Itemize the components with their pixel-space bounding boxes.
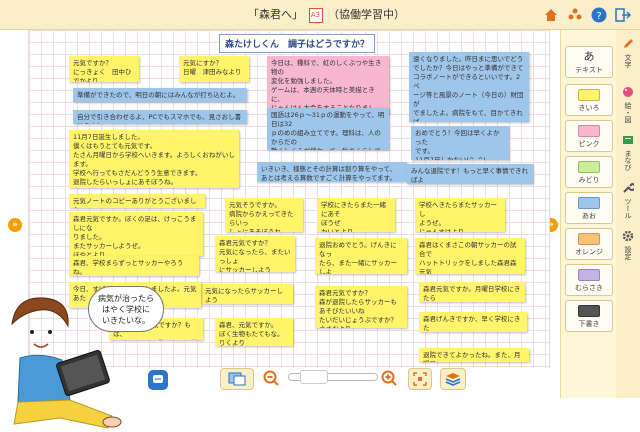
sticky-note[interactable]: 退院おめでとう。げんきになっ たら、また一緒にサッカーしよ うね。 たいちより xyxy=(315,238,407,274)
group-icon[interactable] xyxy=(566,6,584,24)
title-left: 「森君へ」 xyxy=(248,8,303,21)
sticky-note[interactable]: 自分で引き合わせるよ、PCでもスマホでも、見さおし書けるよ！ xyxy=(73,110,247,124)
sticky-note[interactable]: 遠くなりました。昨日まに思いでどう でしたか？今日はやっと準備ができて コラボノ… xyxy=(409,52,529,122)
speech-bubble: 病気が治ったら はやく学校に いきたいな。 xyxy=(88,286,164,332)
sticky-palette: あ テキスト きいろ ピンク みどり あお オレンジ むらさき 下書き xyxy=(560,30,616,398)
zoom-out-icon[interactable] xyxy=(262,369,280,387)
fit-icon[interactable] xyxy=(408,368,432,390)
palette-blue[interactable]: あお xyxy=(565,192,613,224)
swatch-pink xyxy=(578,125,600,137)
sticky-note[interactable]: 森君、学校まらずっとサッカーやろうね。 たくみより xyxy=(69,256,199,276)
tab-label: 絵・図 xyxy=(624,102,632,123)
sticky-note[interactable]: 元気ノートのコピーありがとうございました。 xyxy=(69,194,205,208)
sticky-note[interactable]: おめでとう！今回は早くよかった です。 11月7日しかない(^_^) xyxy=(411,126,509,160)
svg-text:?: ? xyxy=(596,11,601,22)
speech-bubble-text: 病気が治ったら はやく学校に いきたいな。 xyxy=(98,294,154,325)
tab-learn[interactable]: まなび xyxy=(618,134,638,171)
palette-green[interactable]: みどり xyxy=(565,156,613,188)
sticky-note[interactable]: 元気になったらサッカーしよう ね。 ゆうたろうより xyxy=(201,284,293,304)
tab-label: 文字 xyxy=(624,54,632,68)
sticky-note[interactable]: 退院できてよかったね。また、月曜日 xyxy=(419,348,529,362)
sticky-note[interactable]: 元気にすか？ 日曜 津田みなより xyxy=(179,56,249,82)
sticky-note[interactable]: 森君、元気ですか。 ぼく生物もたてもな。 りくより xyxy=(215,318,293,346)
window-title: 「森君へ」 A3 （協働学習中） xyxy=(248,6,405,23)
palette-pink[interactable]: ピンク xyxy=(565,120,613,152)
palette-text[interactable]: あ テキスト xyxy=(565,46,613,78)
tab-tools[interactable]: ツール xyxy=(618,182,638,219)
sticky-note[interactable]: 森君元気ですか？ 元気になったら、またいっしょ にサッカーしよう まさとより xyxy=(215,236,295,272)
swatch-green xyxy=(578,161,600,173)
palette-purple[interactable]: むらさき xyxy=(565,264,613,296)
board-theme: 森たけしくん 調子はどうですか？ xyxy=(219,34,376,53)
sticky-note[interactable]: 元気ですか？ にっきょく 田中ひでかより xyxy=(69,56,139,82)
home-icon[interactable] xyxy=(542,6,560,24)
palette-label: むらさき xyxy=(575,284,603,292)
palette-label: テキスト xyxy=(575,66,603,74)
tab-label: ツール xyxy=(624,198,632,219)
palette-yellow[interactable]: きいろ xyxy=(565,84,613,116)
sticky-note[interactable]: 11月7日誕生しました。 僕くはもうとても元気です。 たさん月曜日から学校へいき… xyxy=(69,130,239,188)
sticky-note[interactable]: 森君はくまさこの朝サッカーの試合で ハットトリックをしました森君森元気 になって… xyxy=(415,238,525,274)
sticky-note[interactable]: 学校にきたらまた一緒にあそ ぼうぜ かいとより xyxy=(317,198,395,232)
swatch-blue xyxy=(578,197,600,209)
tab-settings[interactable]: 設定 xyxy=(618,230,638,260)
palette-orange[interactable]: オレンジ xyxy=(565,228,613,260)
tab-drawing[interactable]: 絵・図 xyxy=(618,86,638,123)
sticky-note[interactable]: 準備ができたので、明日の朝にはみんなが打ち込むよ。 xyxy=(73,88,247,102)
sticky-note[interactable]: 元気そうですか。 病院からかえってきたらいっ しょにあそぼうね。 xyxy=(225,198,303,232)
expand-left-arrow-icon[interactable]: » xyxy=(8,218,22,232)
palette-label: ピンク xyxy=(578,140,600,148)
help-icon[interactable]: ? xyxy=(590,6,608,24)
sticky-note[interactable]: 森君げんきですか、早く学校にきた て、みんなと遊ぼうね。 りおより xyxy=(419,312,527,332)
sticky-note[interactable]: みんな退院です！もっと早く事情できればよ かったんだけど、遅くなってごめんね。森… xyxy=(407,164,533,184)
document-icon: A3 xyxy=(308,7,323,23)
tab-text[interactable]: 文字 xyxy=(618,38,638,68)
swatch-draft xyxy=(578,305,600,317)
side-tabs: 文字 絵・図 まなび ツール 設定 xyxy=(616,30,640,398)
wrench-icon xyxy=(623,182,636,193)
swatch-orange xyxy=(578,233,600,245)
sticky-note[interactable]: 森君元気ですか。ぼくの足は、けっこうましにな りました。 またサッカーしようぜ。… xyxy=(69,212,203,256)
sticky-note[interactable]: 今日は、種科で、虹のしくぶつや生き物の 変化を勉強しました。 ゲームは、本週の天… xyxy=(267,56,389,114)
app-window: 「森君へ」 A3 （協働学習中） ? » » 森たけしくん 調子はどうですか？ … xyxy=(0,0,640,432)
logout-icon[interactable] xyxy=(614,6,632,24)
swatch-purple xyxy=(578,269,600,281)
palette-icon xyxy=(623,87,633,97)
zoom-in-icon[interactable] xyxy=(380,369,398,387)
text-icon: あ xyxy=(583,50,595,63)
swatch-yellow xyxy=(578,89,600,101)
palette-label: オレンジ xyxy=(575,248,603,256)
sticky-note[interactable]: いきいき、様態とその計算は割り算をやって、 あとは考える算数ですごく計算をやって… xyxy=(257,162,407,182)
layers-icon[interactable] xyxy=(440,368,466,390)
pencil-icon xyxy=(624,39,633,48)
sticky-note[interactable]: 森君元気ですか？ 森が退院したらサッカーもあそびたいいね たいだいじょうぶですか… xyxy=(315,286,407,328)
sticky-note[interactable]: 国語は26ｐ～31ｐの運動をやって、明日は32 ｐのめの組み立てです。理科は、人… xyxy=(267,108,389,150)
palette-label: きいろ xyxy=(578,104,600,112)
image-insert-icon[interactable] xyxy=(220,368,254,390)
learn-icon xyxy=(623,136,633,144)
chat-icon[interactable] xyxy=(148,370,168,390)
tab-label: 設定 xyxy=(624,246,632,260)
palette-label: あお xyxy=(582,212,596,220)
sticky-note[interactable]: 学校へきたらまたサッカーし ようぜ。 じゅんすけより xyxy=(415,198,505,232)
palette-label: 下書き xyxy=(578,320,600,328)
gear-icon xyxy=(622,230,634,242)
sticky-note[interactable]: 森君元気ですか。月曜日学校にきたら さ xyxy=(419,282,525,302)
zoom-slider-handle[interactable] xyxy=(300,370,328,384)
palette-label: みどり xyxy=(578,176,600,184)
palette-draft[interactable]: 下書き xyxy=(565,300,613,332)
tab-label: まなび xyxy=(624,150,632,171)
title-bar: 「森君へ」 A3 （協働学習中） ? xyxy=(0,0,640,30)
title-right: （協働学習中） xyxy=(328,8,405,21)
